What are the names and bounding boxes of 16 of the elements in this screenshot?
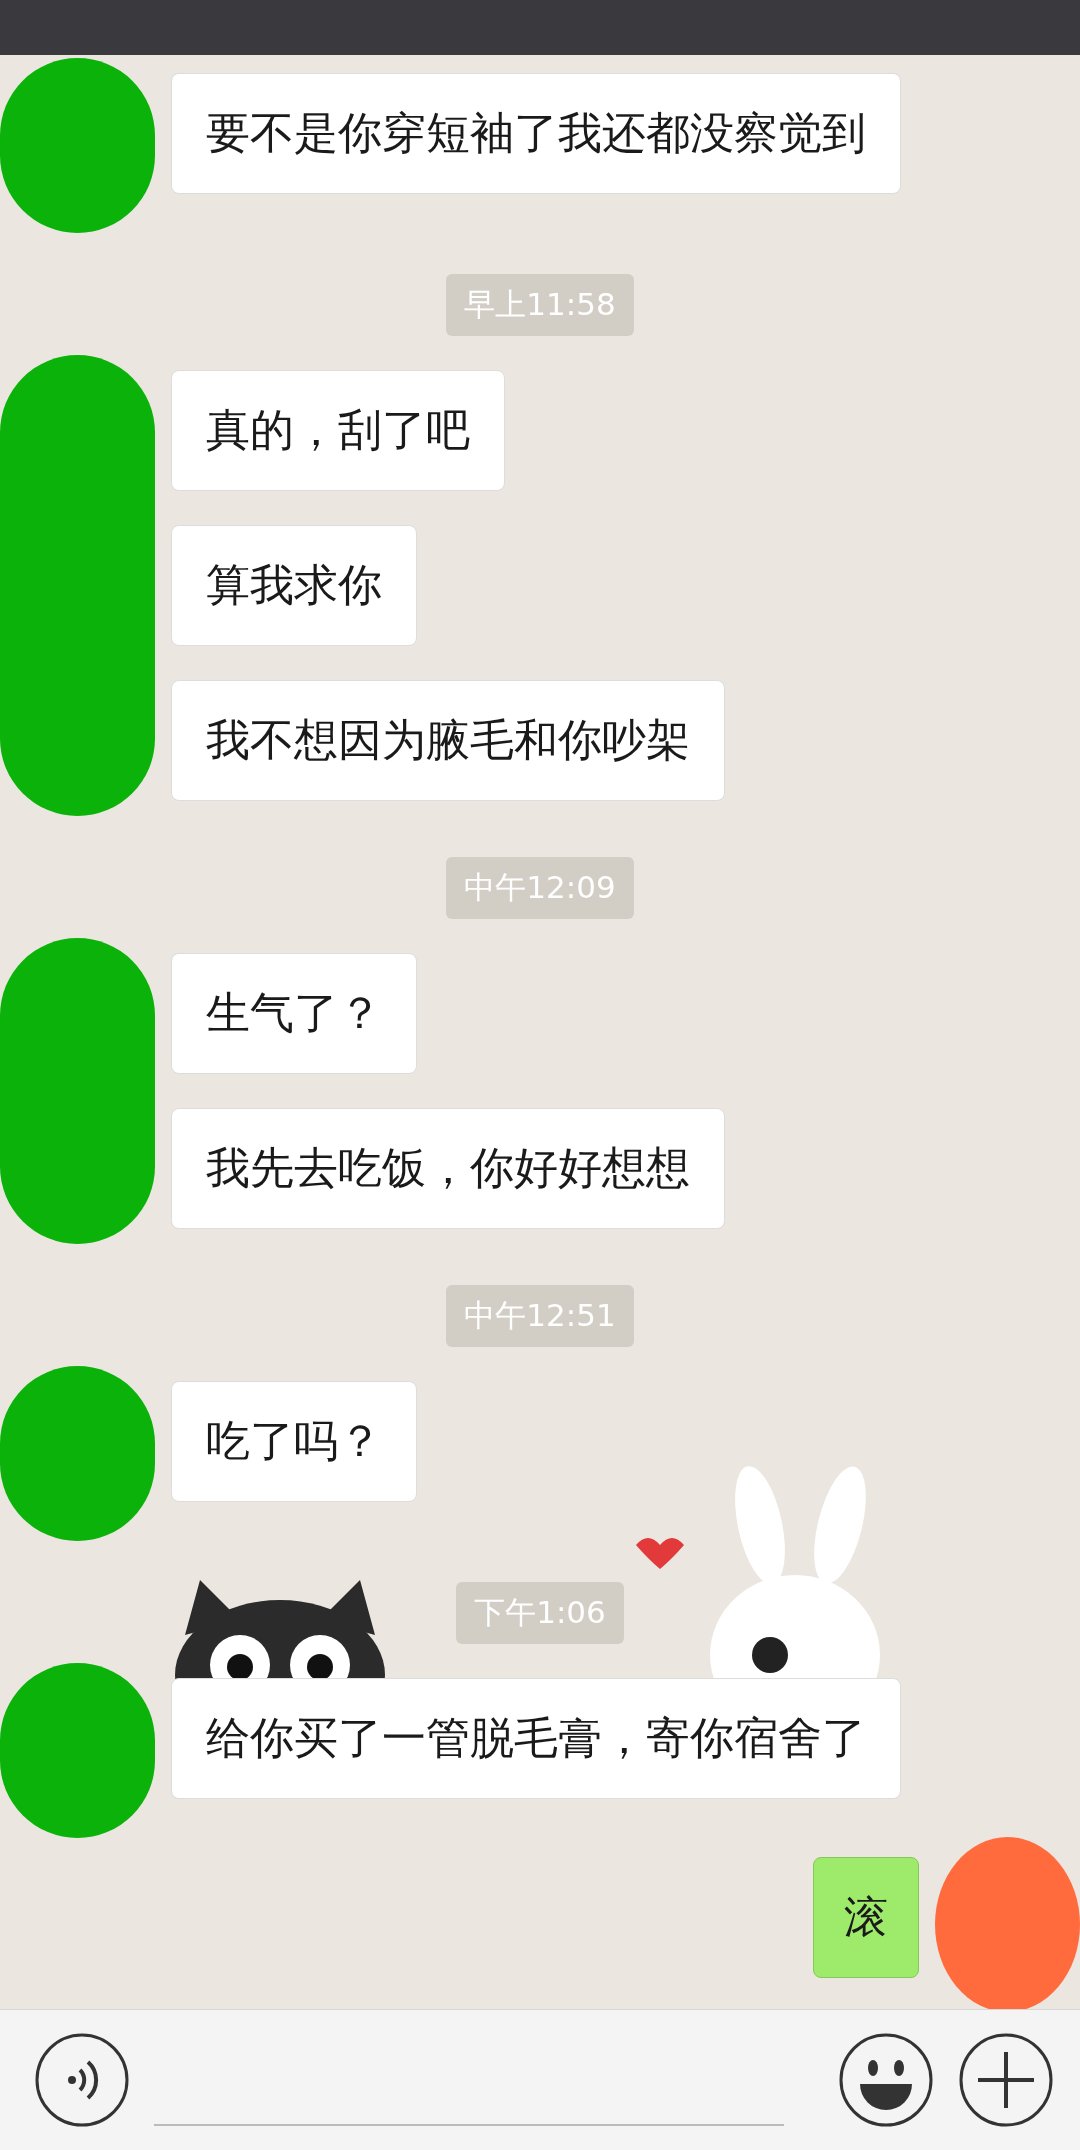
emoji-icon[interactable] bbox=[838, 2032, 934, 2128]
timestamp: 中午12:51 bbox=[446, 1285, 634, 1347]
timestamp: 中午12:09 bbox=[446, 857, 634, 919]
timestamp: 下午1:06 bbox=[456, 1582, 624, 1644]
message-bubble: 我不想因为腋毛和你吵架 bbox=[171, 680, 725, 801]
message-bubble: 真的，刮了吧 bbox=[171, 370, 505, 491]
message-bubble: 生气了？ bbox=[171, 953, 417, 1074]
message-bubble: 吃了吗？ bbox=[171, 1381, 417, 1502]
message-bubble: 给你买了一管脱毛膏，寄你宿舍了 bbox=[171, 1678, 901, 1799]
timestamp: 早上11:58 bbox=[446, 274, 634, 336]
message-bubble: 我先去吃饭，你好好想想 bbox=[171, 1108, 725, 1229]
voice-icon[interactable] bbox=[34, 2032, 130, 2128]
message-bubble: 算我求你 bbox=[171, 525, 417, 646]
plus-icon[interactable] bbox=[958, 2032, 1054, 2128]
message-bubble: 滚 bbox=[813, 1857, 919, 1978]
message-bubble: 要不是你穿短袖了我还都没察觉到 bbox=[171, 73, 901, 194]
